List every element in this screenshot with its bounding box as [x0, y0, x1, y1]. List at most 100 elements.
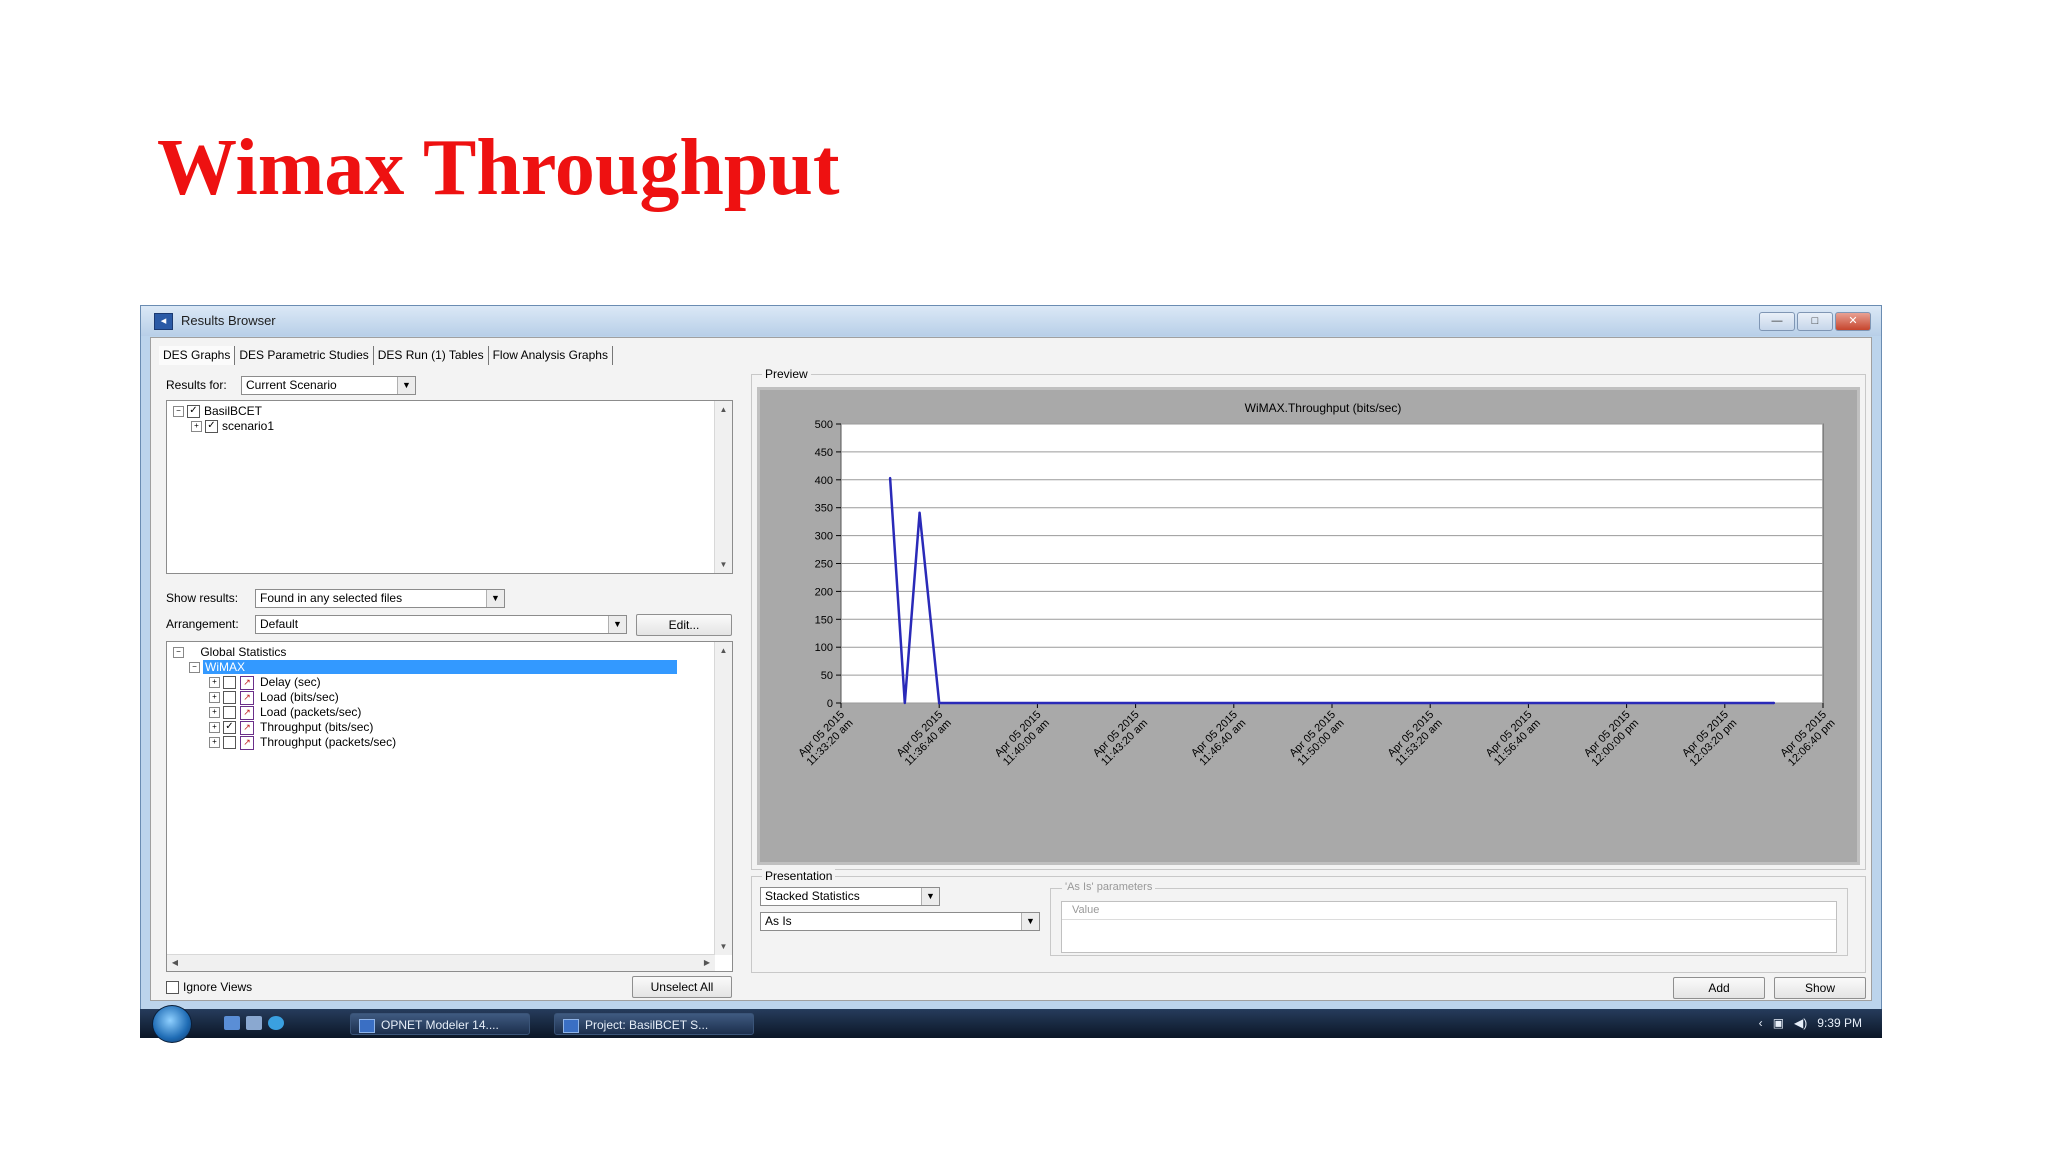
- expand-icon[interactable]: +: [209, 722, 220, 734]
- ignore-views-option[interactable]: Ignore Views: [166, 980, 253, 995]
- clock[interactable]: 9:39 PM: [1817, 1016, 1862, 1030]
- project-app-icon: [563, 1018, 579, 1033]
- presentation-mode-select[interactable]: Stacked Statistics ▼: [760, 887, 940, 906]
- tab-bar: DES Graphs DES Parametric Studies DES Ru…: [159, 346, 613, 365]
- arrangement-label: Arrangement:: [166, 617, 239, 631]
- checkbox-icon[interactable]: [166, 981, 179, 995]
- taskbar-item-label: OPNET Modeler 14....: [381, 1018, 499, 1032]
- unselect-all-button[interactable]: Unselect All: [632, 976, 732, 998]
- checkbox-checked-icon[interactable]: ✓: [187, 405, 200, 419]
- checkbox-icon[interactable]: [223, 691, 236, 705]
- chevron-down-icon[interactable]: ▼: [397, 377, 415, 394]
- taskbar-item-opnet[interactable]: OPNET Modeler 14....: [350, 1013, 530, 1035]
- close-button[interactable]: ✕: [1835, 312, 1871, 331]
- tab-flow-analysis-graphs[interactable]: Flow Analysis Graphs: [488, 346, 613, 365]
- taskbar: OPNET Modeler 14.... Project: BasilBCET …: [140, 1005, 1882, 1043]
- results-for-label: Results for:: [166, 378, 227, 392]
- x-tick-label: Apr 05 201511:40:00 am: [992, 709, 1052, 769]
- y-tick-label: 50: [821, 670, 833, 682]
- project-tree[interactable]: − ✓ BasilBCET + ✓ scenario1 ▲ ▼: [166, 400, 733, 574]
- stat-item-throughput-bits[interactable]: + ✓ ↗ Throughput (bits/sec): [209, 720, 374, 735]
- expand-icon[interactable]: +: [209, 692, 220, 704]
- checkbox-icon[interactable]: [223, 676, 236, 690]
- expand-icon[interactable]: +: [191, 421, 202, 433]
- x-tick-label: Apr 05 201512:03:20 pm: [1679, 709, 1739, 769]
- collapse-icon[interactable]: −: [189, 662, 200, 674]
- edit-button[interactable]: Edit...: [636, 614, 732, 636]
- data-point: [938, 701, 941, 705]
- x-tick-label: Apr 05 201511:46:40 am: [1189, 709, 1249, 769]
- stat-item-delay[interactable]: + ↗ Delay (sec): [209, 675, 321, 690]
- stat-label: Load (bits/sec): [260, 690, 339, 704]
- tab-des-graphs[interactable]: DES Graphs: [159, 346, 236, 365]
- chevron-down-icon[interactable]: ▼: [486, 590, 504, 607]
- chevron-down-icon[interactable]: ▼: [921, 888, 939, 905]
- add-button[interactable]: Add: [1673, 977, 1765, 999]
- throughput-chart: WiMAX.Throughput (bits/sec) 0 50 100 150 200…: [796, 401, 1837, 769]
- y-tick-label: 0: [827, 698, 833, 710]
- scroll-down-icon[interactable]: ▼: [715, 556, 732, 573]
- presentation-filter-select[interactable]: As Is ▼: [760, 912, 1040, 931]
- arrangement-select[interactable]: Default ▼: [255, 615, 627, 634]
- tree-node-global-statistics[interactable]: − Global Statistics: [173, 645, 286, 659]
- chevron-down-icon[interactable]: ▼: [608, 616, 626, 633]
- network-icon[interactable]: ▣: [1773, 1016, 1784, 1030]
- tab-des-parametric-studies[interactable]: DES Parametric Studies: [235, 346, 374, 365]
- project-tree-scrollbar[interactable]: ▲ ▼: [714, 401, 732, 573]
- checkbox-checked-icon[interactable]: ✓: [205, 420, 218, 434]
- results-for-select[interactable]: Current Scenario ▼: [241, 376, 416, 395]
- as-is-parameters-group: Value: [1050, 888, 1848, 956]
- stat-item-load-bits[interactable]: + ↗ Load (bits/sec): [209, 690, 339, 705]
- scroll-down-icon[interactable]: ▼: [715, 938, 732, 955]
- stat-label: Throughput (bits/sec): [260, 720, 374, 734]
- data-point: [1772, 701, 1776, 705]
- chevron-down-icon[interactable]: ▼: [1021, 913, 1039, 930]
- tree-node-scenario[interactable]: + ✓ scenario1: [191, 419, 274, 434]
- slide-title: Wimax Throughput: [157, 124, 840, 212]
- statistics-tree[interactable]: − Global Statistics − WiMAX + ↗ Delay (sec)…: [166, 641, 733, 972]
- x-tick-label: Apr 05 201511:56:40 am: [1483, 709, 1543, 769]
- collapse-icon[interactable]: −: [173, 647, 184, 659]
- expand-icon[interactable]: +: [209, 737, 220, 749]
- parameters-table[interactable]: Value: [1061, 901, 1837, 953]
- presentation-label: Presentation: [762, 869, 836, 883]
- show-results-label: Show results:: [166, 591, 239, 605]
- tree-node-project[interactable]: − ✓ BasilBCET: [173, 404, 262, 419]
- statistic-graph-icon: ↗: [240, 735, 254, 750]
- scroll-up-icon[interactable]: ▲: [715, 401, 732, 418]
- checkbox-icon[interactable]: [223, 706, 236, 720]
- presentation-filter-value: As Is: [765, 914, 792, 928]
- start-button-icon[interactable]: [152, 1005, 192, 1043]
- show-button[interactable]: Show: [1774, 977, 1866, 999]
- expand-icon[interactable]: +: [209, 707, 220, 719]
- system-tray: ‹ ▣ ◀) 9:39 PM: [1759, 1016, 1862, 1030]
- show-results-select[interactable]: Found in any selected files ▼: [255, 589, 505, 608]
- switch-windows-icon[interactable]: [246, 1016, 262, 1030]
- tab-des-run-tables[interactable]: DES Run (1) Tables: [373, 346, 489, 365]
- statistics-tree-vscrollbar[interactable]: ▲ ▼: [714, 642, 732, 955]
- show-desktop-icon[interactable]: [224, 1016, 240, 1030]
- maximize-button[interactable]: □: [1797, 312, 1833, 331]
- client-area: DES Graphs DES Parametric Studies DES Ru…: [150, 337, 1872, 1001]
- stat-label: Load (packets/sec): [260, 705, 362, 719]
- tree-node-wimax[interactable]: − WiMAX: [189, 660, 677, 674]
- data-point: [918, 511, 921, 514]
- scroll-up-icon[interactable]: ▲: [715, 642, 732, 659]
- internet-explorer-icon[interactable]: [268, 1016, 284, 1030]
- tray-chevron-icon[interactable]: ‹: [1759, 1016, 1763, 1030]
- minimize-button[interactable]: —: [1759, 312, 1795, 331]
- ignore-views-label: Ignore Views: [183, 980, 253, 994]
- checkbox-checked-icon[interactable]: ✓: [223, 721, 236, 735]
- checkbox-icon[interactable]: [223, 736, 236, 750]
- stat-item-throughput-packets[interactable]: + ↗ Throughput (packets/sec): [209, 735, 396, 750]
- volume-icon[interactable]: ◀): [1794, 1016, 1807, 1030]
- scroll-left-icon[interactable]: ◀: [167, 955, 183, 971]
- statistics-tree-hscrollbar[interactable]: ◀ ▶: [167, 954, 715, 971]
- global-statistics-label: Global Statistics: [200, 645, 287, 659]
- collapse-icon[interactable]: −: [173, 406, 184, 418]
- window-title: Results Browser: [181, 313, 276, 328]
- expand-icon[interactable]: +: [209, 677, 220, 689]
- stat-item-load-packets[interactable]: + ↗ Load (packets/sec): [209, 705, 362, 720]
- scroll-right-icon[interactable]: ▶: [699, 955, 715, 971]
- taskbar-item-project[interactable]: Project: BasilBCET S...: [554, 1013, 754, 1035]
